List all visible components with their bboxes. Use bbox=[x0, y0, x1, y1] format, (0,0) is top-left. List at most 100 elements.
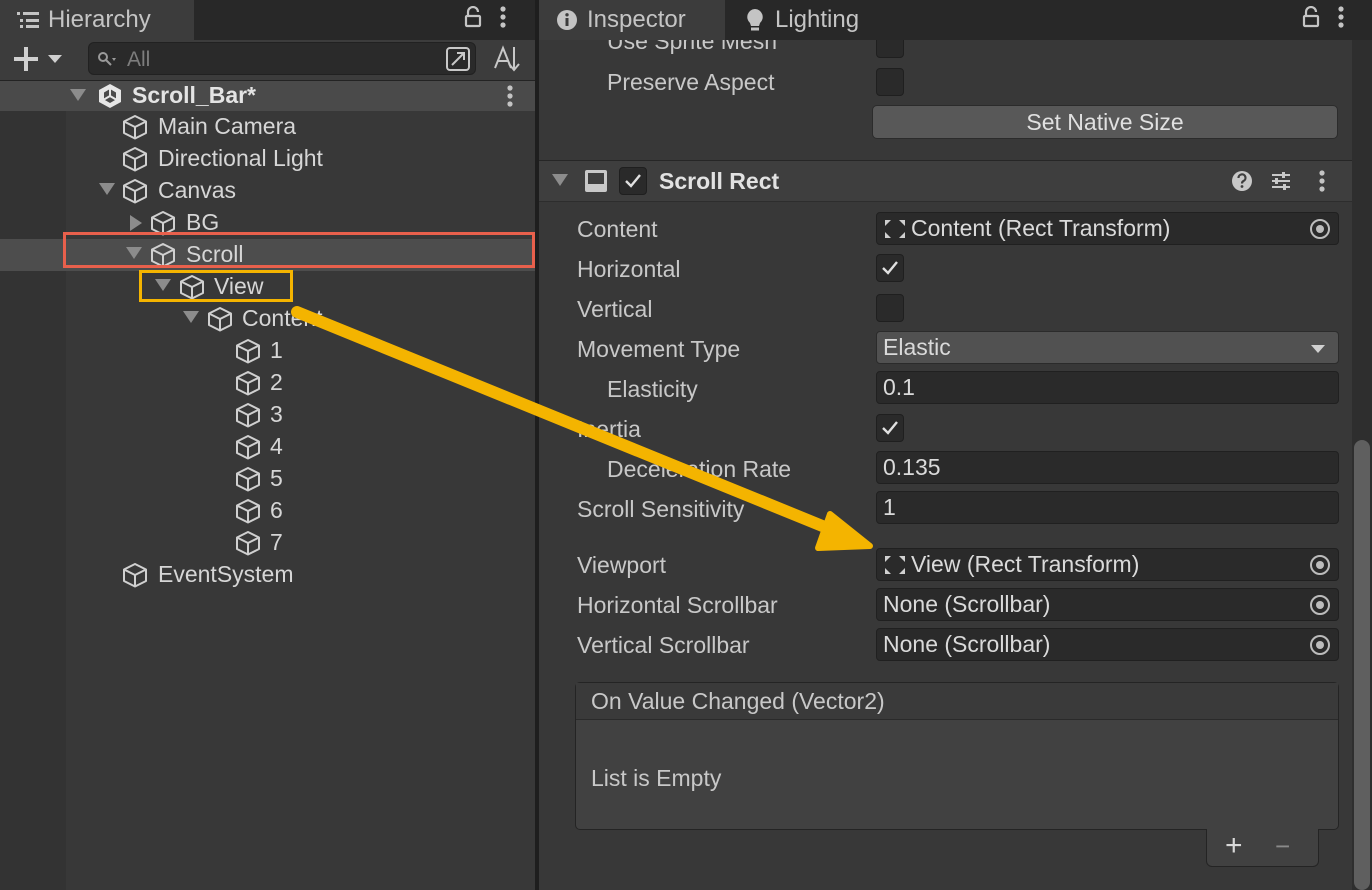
image-component-tail: Use Sprite Mesh Preserve Aspect Set Nati… bbox=[539, 40, 1352, 160]
hierarchy-list-icon bbox=[16, 10, 40, 30]
checkmark-icon bbox=[882, 261, 898, 275]
tree-item-main-camera[interactable]: Main Camera bbox=[0, 111, 535, 143]
deceleration-rate-input[interactable]: 0.135 bbox=[876, 451, 1339, 484]
lock-icon[interactable] bbox=[1302, 5, 1320, 35]
vertical-scrollbar-object-field[interactable]: None (Scrollbar) bbox=[876, 628, 1339, 661]
gameobject-cube-icon bbox=[235, 402, 261, 428]
help-icon[interactable] bbox=[1231, 170, 1253, 192]
component-enabled-checkbox[interactable] bbox=[619, 167, 647, 195]
tree-item-content[interactable]: Content bbox=[0, 303, 535, 335]
tab-hierarchy[interactable]: Hierarchy bbox=[0, 0, 194, 40]
gameobject-cube-icon bbox=[207, 306, 233, 332]
presets-sliders-icon[interactable] bbox=[1270, 170, 1292, 192]
viewport-object-field[interactable]: View (Rect Transform) bbox=[876, 548, 1339, 581]
tree-item-7[interactable]: 7 bbox=[0, 527, 535, 559]
set-native-size-button[interactable]: Set Native Size bbox=[872, 105, 1338, 139]
highlight-scroll-box bbox=[63, 232, 535, 268]
content-label: Content bbox=[577, 216, 658, 242]
scroll-rect-icon bbox=[585, 170, 607, 192]
chevron-down-icon[interactable] bbox=[552, 174, 568, 186]
tree-item-label: Main Camera bbox=[158, 113, 297, 139]
scene-row[interactable]: Scroll_Bar* bbox=[0, 81, 535, 111]
more-options-icon[interactable] bbox=[500, 5, 506, 35]
tree-item-eventsystem[interactable]: EventSystem bbox=[0, 559, 535, 591]
plus-icon bbox=[14, 47, 62, 71]
tab-inspector[interactable]: Inspector bbox=[539, 0, 725, 40]
object-picker-icon[interactable] bbox=[1310, 595, 1330, 615]
tree-item-label: EventSystem bbox=[158, 561, 294, 587]
object-picker-icon[interactable] bbox=[1310, 555, 1330, 575]
more-options-icon[interactable] bbox=[1338, 5, 1344, 35]
scene-more-icon[interactable] bbox=[507, 85, 513, 107]
vertical-checkbox[interactable] bbox=[876, 294, 904, 322]
tree-item-6[interactable]: 6 bbox=[0, 495, 535, 527]
preserve-aspect-checkbox[interactable] bbox=[876, 68, 904, 96]
create-dropdown-button[interactable] bbox=[14, 46, 66, 77]
content-object-field[interactable]: Content (Rect Transform) bbox=[876, 212, 1339, 245]
tree-item-2[interactable]: 2 bbox=[0, 367, 535, 399]
lock-icon[interactable] bbox=[464, 5, 482, 35]
tree-item-4[interactable]: 4 bbox=[0, 431, 535, 463]
elasticity-input[interactable]: 0.1 bbox=[876, 371, 1339, 404]
chevron-right-icon[interactable] bbox=[130, 215, 142, 231]
sort-button[interactable] bbox=[492, 44, 522, 79]
gameobject-cube-icon bbox=[235, 434, 261, 460]
lightbulb-icon bbox=[743, 8, 767, 32]
chevron-down-icon[interactable] bbox=[99, 183, 115, 195]
tree-item-label: 5 bbox=[270, 465, 283, 491]
tree-item-label: Canvas bbox=[158, 177, 236, 203]
inspector-scrollbar-thumb[interactable] bbox=[1354, 440, 1370, 890]
tree-item-3[interactable]: 3 bbox=[0, 399, 535, 431]
search-input[interactable] bbox=[125, 43, 429, 76]
inspector-tabbar: Inspector Lighting bbox=[539, 0, 1372, 40]
use-sprite-mesh-label: Use Sprite Mesh bbox=[607, 40, 778, 54]
event-empty-text: List is Empty bbox=[591, 765, 722, 791]
gameobject-cube-icon bbox=[235, 338, 261, 364]
horizontal-scrollbar-object-field[interactable]: None (Scrollbar) bbox=[876, 588, 1339, 621]
inertia-checkbox[interactable] bbox=[876, 414, 904, 442]
scroll-sensitivity-input[interactable]: 1 bbox=[876, 491, 1339, 524]
tab-lighting[interactable]: Lighting bbox=[739, 0, 889, 40]
use-sprite-mesh-checkbox[interactable] bbox=[876, 40, 904, 58]
hierarchy-tabbar: Hierarchy bbox=[0, 0, 535, 40]
inspector-tab-tools bbox=[1302, 4, 1344, 36]
scene-search-toggle-icon[interactable] bbox=[445, 46, 471, 72]
gameobject-cube-icon bbox=[122, 146, 148, 172]
tab-hierarchy-label: Hierarchy bbox=[48, 6, 151, 33]
object-picker-icon[interactable] bbox=[1310, 219, 1330, 239]
vertical-label: Vertical bbox=[577, 296, 653, 322]
object-picker-icon[interactable] bbox=[1310, 635, 1330, 655]
elasticity-label: Elasticity bbox=[607, 376, 698, 402]
search-icon bbox=[98, 52, 116, 66]
remove-listener-button[interactable]: − bbox=[1275, 831, 1290, 862]
search-field[interactable] bbox=[88, 42, 476, 76]
horizontal-checkbox[interactable] bbox=[876, 254, 904, 282]
unity-scene-icon bbox=[99, 84, 121, 108]
add-listener-button[interactable]: + bbox=[1225, 829, 1243, 863]
movement-type-dropdown[interactable]: Elastic bbox=[876, 331, 1339, 364]
component-more-icon[interactable] bbox=[1319, 170, 1325, 192]
gameobject-cube-icon bbox=[122, 114, 148, 140]
tree-item-label: 4 bbox=[270, 433, 283, 459]
event-title: On Value Changed (Vector2) bbox=[591, 688, 885, 714]
tree-item-directional-light[interactable]: Directional Light bbox=[0, 143, 535, 175]
chevron-down-icon[interactable] bbox=[183, 311, 199, 323]
vertical-scrollbar-label: Vertical Scrollbar bbox=[577, 632, 750, 658]
tree-item-label: 7 bbox=[270, 529, 283, 555]
rect-transform-icon bbox=[885, 219, 905, 238]
tree-item-5[interactable]: 5 bbox=[0, 463, 535, 495]
tree-item-canvas[interactable]: Canvas bbox=[0, 175, 535, 207]
inertia-label: Inertia bbox=[577, 416, 641, 442]
event-footer: + − bbox=[1206, 829, 1319, 867]
gameobject-cube-icon bbox=[122, 178, 148, 204]
checkmark-icon bbox=[625, 174, 641, 188]
tab-inspector-label: Inspector bbox=[587, 6, 686, 33]
component-title: Scroll Rect bbox=[659, 168, 780, 194]
gameobject-cube-icon bbox=[122, 562, 148, 588]
scroll-rect-header[interactable]: Scroll Rect bbox=[539, 160, 1352, 202]
tree-item-1[interactable]: 1 bbox=[0, 335, 535, 367]
content-value: Content (Rect Transform) bbox=[911, 215, 1171, 241]
tab-lighting-label: Lighting bbox=[775, 6, 860, 33]
gameobject-cube-icon bbox=[235, 370, 261, 396]
chevron-down-icon[interactable] bbox=[70, 89, 86, 101]
